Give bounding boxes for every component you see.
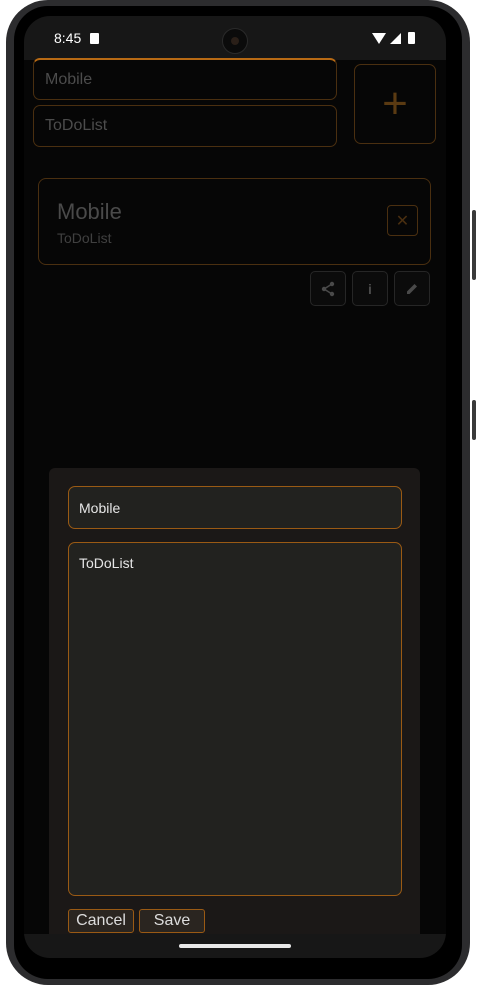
status-bar: 8:45	[24, 16, 446, 60]
signal-icon	[390, 33, 401, 44]
card-title: Mobile	[57, 199, 122, 224]
share-button[interactable]	[310, 271, 346, 306]
edit-button[interactable]	[394, 271, 430, 306]
edit-icon	[407, 283, 417, 294]
add-button[interactable]: +	[354, 64, 436, 144]
sd-card-icon	[90, 33, 99, 44]
dialog-title-input[interactable]: Mobile	[68, 486, 402, 529]
status-time: 8:45	[54, 30, 82, 46]
power-button	[472, 400, 476, 440]
wifi-icon	[372, 33, 386, 44]
note-card[interactable]: Mobile ToDoList ✕	[38, 178, 431, 265]
front-camera	[222, 28, 248, 54]
app-area: Mobile ToDoList + Mobile ToDoList ✕ i Mo…	[24, 58, 446, 958]
save-label: Save	[153, 912, 191, 929]
edit-dialog: Mobile ToDoList Cancel Save	[49, 468, 420, 958]
description-input-value: ToDoList	[45, 117, 108, 134]
delete-button[interactable]: ✕	[387, 205, 418, 236]
title-input-value: Mobile	[45, 70, 93, 88]
plus-icon: +	[382, 79, 408, 128]
close-icon: ✕	[395, 212, 410, 230]
home-gesture-handle[interactable]	[179, 944, 291, 948]
cancel-label: Cancel	[76, 912, 126, 929]
dialog-title-value: Mobile	[79, 499, 121, 516]
dialog-body-value: ToDoList	[79, 555, 134, 571]
info-icon: i	[368, 280, 372, 297]
description-input[interactable]: ToDoList	[33, 105, 337, 147]
navigation-bar	[24, 934, 446, 958]
info-button[interactable]: i	[352, 271, 388, 306]
battery-icon	[408, 32, 415, 44]
dialog-body-textarea[interactable]: ToDoList	[68, 542, 402, 896]
title-input[interactable]: Mobile	[33, 58, 337, 100]
volume-button	[472, 210, 476, 280]
card-subtitle: ToDoList	[57, 230, 112, 246]
screen: 8:45 Mobile ToDoList + Mobile ToDoList ✕	[24, 16, 446, 958]
cancel-button[interactable]: Cancel	[68, 909, 134, 933]
share-icon	[321, 281, 335, 296]
save-button[interactable]: Save	[139, 909, 205, 933]
